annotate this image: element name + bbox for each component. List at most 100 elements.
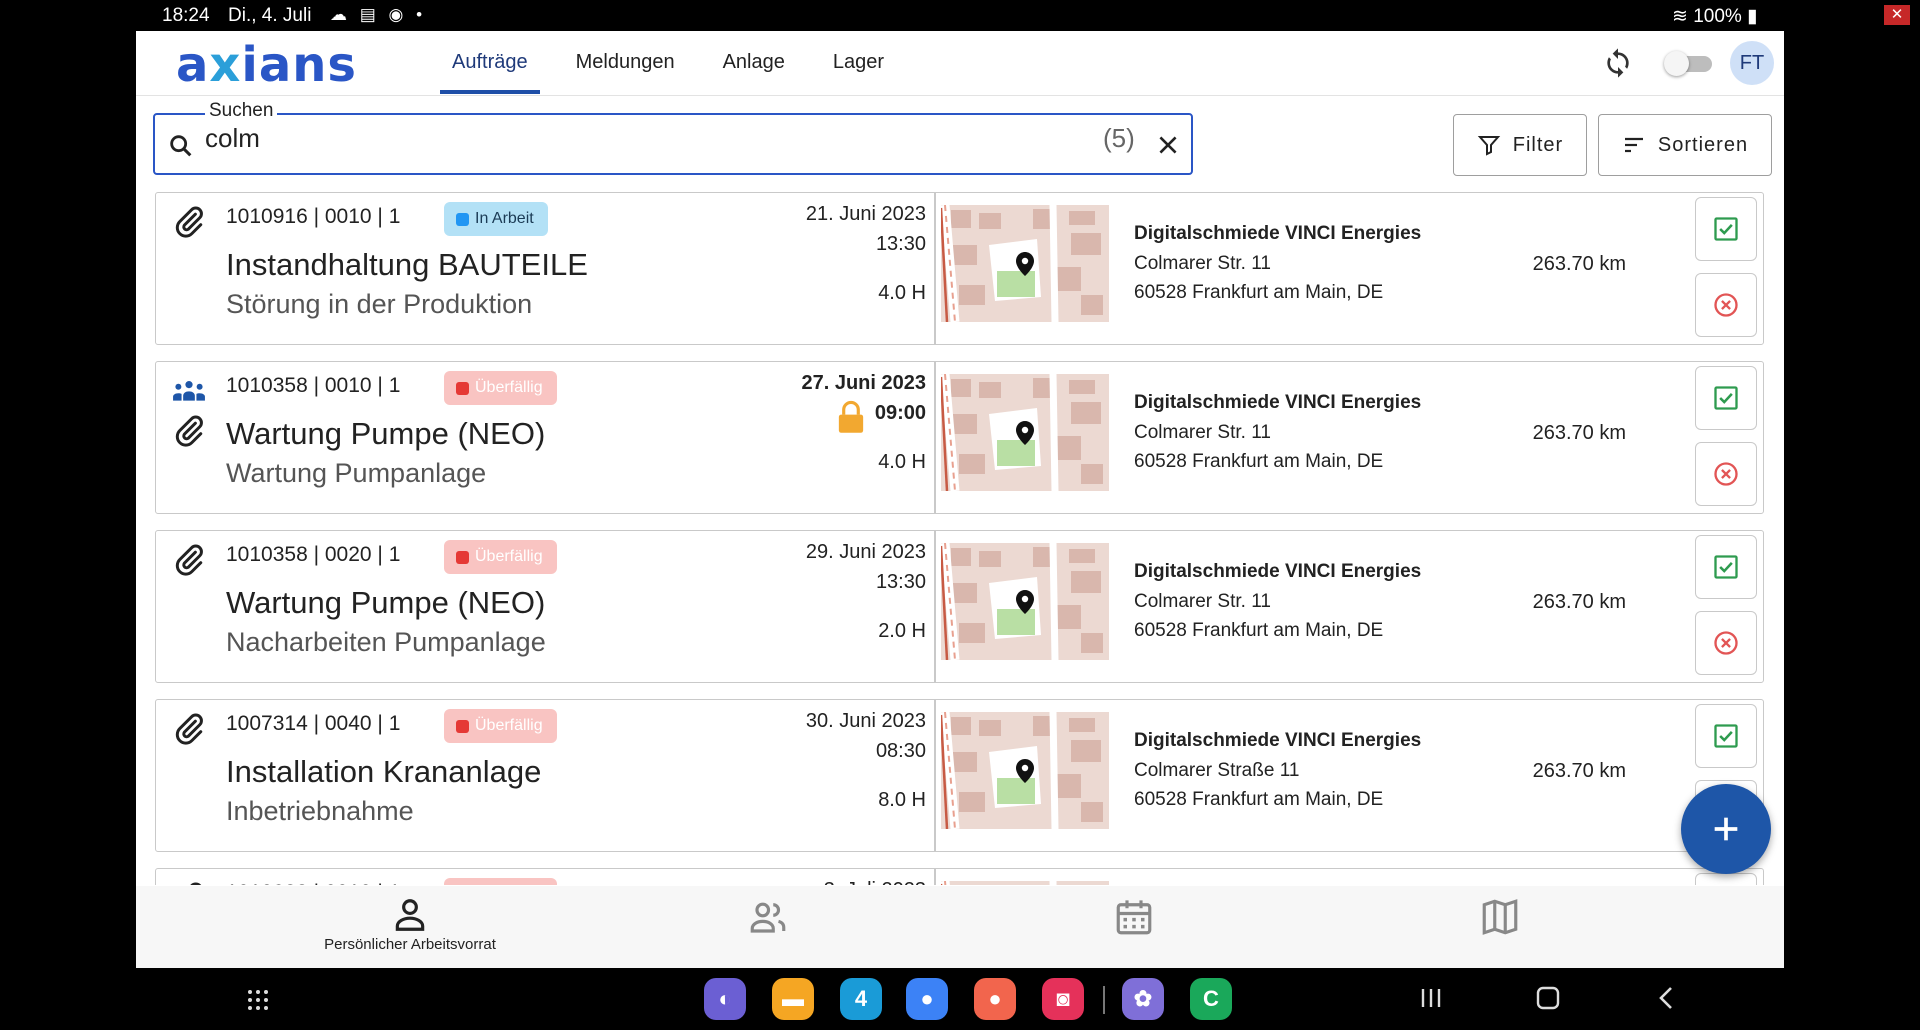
order-card[interactable]: 1010358 | 0010 | 1 Überfällig Wartung Pump… <box>155 361 1764 514</box>
order-icons <box>172 543 216 583</box>
customer-street: Colmarer Str. 11 <box>1134 253 1271 274</box>
reject-order-button[interactable] <box>1695 611 1757 675</box>
internet-icon[interactable]: ◐ <box>704 978 746 1020</box>
close-window-icon[interactable]: ✕ <box>1884 5 1910 25</box>
clear-search-icon[interactable] <box>1155 132 1181 158</box>
customer-street: Colmarer Str. 11 <box>1134 422 1271 443</box>
reject-icon <box>1714 631 1738 655</box>
customer-street: Colmarer Str. 11 <box>1134 591 1271 612</box>
order-duration: 8.0 H <box>878 789 926 811</box>
reject-order-button[interactable] <box>1695 442 1757 506</box>
calendar-icon <box>1116 900 1152 935</box>
location-map-thumbnail[interactable] <box>941 543 1109 660</box>
add-order-button[interactable] <box>1681 784 1771 874</box>
location-map-thumbnail[interactable] <box>941 881 1109 885</box>
location-map-thumbnail[interactable] <box>941 712 1109 829</box>
accept-order-button[interactable] <box>1695 197 1757 261</box>
order-icons <box>172 205 216 245</box>
search-icon <box>170 135 192 157</box>
reject-order-button[interactable] <box>1695 273 1757 337</box>
files-icon[interactable]: ▬ <box>772 978 814 1020</box>
wifi-battery: ≋ 100% ▮ <box>1672 5 1758 28</box>
attachment-icon <box>175 544 203 576</box>
system-status-bar: 18:24 Di., 4. Juli ☁ ▤ ◉ • ≋ 100% ▮ ✕ <box>0 0 1920 31</box>
avatar[interactable]: FT <box>1730 41 1774 85</box>
search-input[interactable]: colm <box>205 123 260 154</box>
person-icon <box>395 899 425 931</box>
order-title: Installation Krananlage <box>226 754 542 789</box>
card-divider <box>934 700 936 851</box>
app-drawer-icon[interactable] <box>246 988 270 1012</box>
gallery-icon[interactable]: ✿ <box>1122 978 1164 1020</box>
bottom-navigation: Persönlicher Arbeitsvorrat <box>136 886 1784 968</box>
nav-personal-workload-label: Persönlicher Arbeitsvorrat <box>324 936 496 953</box>
order-title: Wartung Pumpe (NEO) <box>226 585 546 620</box>
customer-name: Digitalschmiede VINCI Energies <box>1134 223 1422 244</box>
customer-city: 60528 Frankfurt am Main, DE <box>1134 620 1384 641</box>
tab-anlage[interactable]: Anlage <box>699 31 809 96</box>
location-map-thumbnail[interactable] <box>941 374 1109 491</box>
camera-icon[interactable]: ◙ <box>1042 978 1084 1020</box>
search-field[interactable]: Suchen colm (5) <box>153 100 1193 175</box>
recent-apps-icon[interactable] <box>1416 980 1446 1016</box>
customer-street: Colmarer Straße 11 <box>1134 760 1300 781</box>
order-time: 09:00 <box>874 402 926 424</box>
order-number: 1010358 | 0020 | 1 <box>226 543 401 566</box>
app-header: axians Aufträge Meldungen Anlage Lager F… <box>136 31 1784 96</box>
tab-auftraege[interactable]: Aufträge <box>428 31 552 96</box>
contacts-icon[interactable]: ● <box>974 978 1016 1020</box>
accept-order-button[interactable] <box>1695 366 1757 430</box>
order-subtitle: Störung in der Produktion <box>226 289 533 319</box>
status-date: Di., 4. Juli <box>228 5 312 26</box>
attachment-icon <box>175 415 203 447</box>
back-icon[interactable] <box>1652 980 1682 1016</box>
order-date: 27. Juni 2023 <box>801 372 926 394</box>
confirm-icon <box>1714 555 1738 579</box>
customer-name: Digitalschmiede VINCI Energies <box>1134 392 1422 413</box>
card-divider <box>934 869 936 885</box>
nav-personal-workload[interactable]: Persönlicher Arbeitsvorrat <box>310 886 510 968</box>
order-list[interactable]: 1010916 | 0010 | 1 In Arbeit Instandhaltun… <box>136 192 1784 885</box>
sort-button[interactable]: Sortieren <box>1598 114 1772 176</box>
messages-icon[interactable]: ● <box>906 978 948 1020</box>
customer-city: 60528 Frankfurt am Main, DE <box>1134 789 1384 810</box>
reject-icon <box>1714 293 1738 317</box>
filter-button[interactable]: Filter <box>1453 114 1587 176</box>
order-number: 1010916 | 0010 | 1 <box>226 205 401 228</box>
header-actions: FT <box>1564 31 1784 96</box>
home-icon[interactable] <box>1533 980 1563 1016</box>
order-date: 30. Juni 2023 <box>805 710 926 732</box>
nav-calendar[interactable] <box>1034 886 1234 968</box>
nav-map[interactable] <box>1400 886 1600 968</box>
status-badge: Überfällig <box>444 709 557 743</box>
main-tabs: Aufträge Meldungen Anlage Lager <box>428 31 908 96</box>
nav-team[interactable] <box>668 886 868 968</box>
tab-lager[interactable]: Lager <box>809 31 908 96</box>
phone-icon[interactable]: C <box>1190 978 1232 1020</box>
customer-city: 60528 Frankfurt am Main, DE <box>1134 282 1384 303</box>
order-icons <box>172 374 216 454</box>
tab-meldungen[interactable]: Meldungen <box>552 31 699 96</box>
sort-label: Sortieren <box>1657 133 1749 156</box>
customer-city: 60528 Frankfurt am Main, DE <box>1134 451 1384 472</box>
order-card[interactable]: 1010358 | 0020 | 1 Überfällig Wartung Pump… <box>155 530 1764 683</box>
accept-order-button[interactable] <box>1695 535 1757 599</box>
order-card[interactable]: 1007314 | 0040 | 1 Überfällig Installation… <box>155 699 1764 852</box>
sync-icon[interactable] <box>1602 47 1634 79</box>
location-map-thumbnail[interactable] <box>941 205 1109 322</box>
reject-icon <box>1714 462 1738 486</box>
order-date: 21. Juni 2023 <box>805 203 926 225</box>
search-result-count: (5) <box>1103 123 1135 153</box>
clock: 18:24 <box>162 5 210 26</box>
mode-toggle[interactable] <box>1664 50 1714 76</box>
confirm-icon <box>1714 386 1738 410</box>
calendar-app-icon[interactable]: 4 <box>840 978 882 1020</box>
order-date: 3. Juli 2023 <box>766 879 926 885</box>
axians-logo: axians <box>176 37 357 93</box>
order-card[interactable]: 1010916 | 0010 | 1 In Arbeit Instandhaltun… <box>155 192 1764 345</box>
order-card[interactable]: 1010928 | 0010 | 1 Überfällig 3. Juli 2023 <box>155 868 1764 885</box>
battery-level: 100% <box>1693 6 1742 27</box>
accept-order-button[interactable] <box>1695 873 1757 885</box>
attachment-icon <box>175 713 203 745</box>
accept-order-button[interactable] <box>1695 704 1757 768</box>
